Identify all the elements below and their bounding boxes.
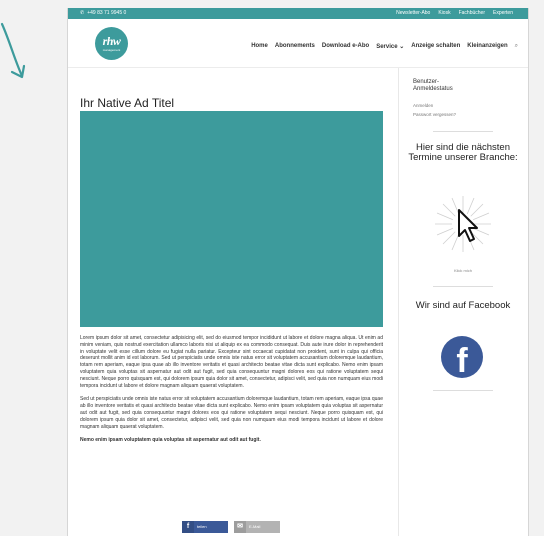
click-cursor-icon[interactable] [433, 194, 493, 254]
nav-abonnements[interactable]: Abonnements [275, 43, 315, 50]
nav-download-eabo[interactable]: Download e-Abo [322, 43, 369, 50]
phone-icon: ✆ [80, 10, 85, 16]
nav-kleinanzeigen[interactable]: Kleinanzeigen [467, 43, 507, 50]
article-paragraph-2: Sed ut perspiciatis unde omnis iste natu… [80, 396, 383, 430]
top-link-newsletter[interactable]: Newsletter-Abo [396, 8, 430, 19]
search-icon[interactable]: ⌕ [515, 43, 518, 50]
site-header: rhw management Home Abonnements Download… [68, 19, 528, 68]
sidebar-divider [398, 68, 399, 536]
facebook-share-button[interactable]: f teilen [182, 521, 228, 533]
native-ad-image [80, 111, 383, 327]
article-paragraph-1: Lorem ipsum dolor sit amet, consectetur … [80, 335, 383, 389]
webpage: ✆ +49 83 71 9945 0 Newsletter-Abo Kiosk F… [67, 8, 529, 536]
decorative-arrow-icon [0, 22, 26, 79]
events-heading: Hier sind die nächsten Termine unserer B… [408, 142, 518, 163]
login-link[interactable]: Anmelden [413, 103, 433, 108]
click-caption: Klick mich [453, 268, 472, 273]
sidebar-rule [433, 390, 493, 391]
forgot-password-link[interactable]: Passwort vergessen? [413, 112, 456, 117]
nav-anzeige-schalten[interactable]: Anzeige schalten [411, 43, 460, 50]
email-share-button[interactable]: ✉ E-Mail [234, 521, 280, 533]
nav-service[interactable]: Service ⌄ [376, 43, 404, 50]
top-link-fachbuecher[interactable]: Fachbücher [459, 8, 485, 19]
site-logo[interactable]: rhw management [95, 27, 128, 60]
login-status-title: Benutzer-Anmeldestatus [413, 79, 453, 92]
facebook-heading: Wir sind auf Facebook [415, 300, 511, 311]
sidebar-rule [433, 131, 493, 132]
nav-home[interactable]: Home [251, 43, 268, 50]
main-nav: Home Abonnements Download e-Abo Service … [251, 43, 518, 50]
article-paragraph-3: Nemo enim ipsam voluptatem quia voluptas… [80, 437, 261, 444]
top-link-kiosk[interactable]: Kiosk [438, 8, 450, 19]
article-title: Ihr Native Ad Titel [80, 96, 175, 110]
facebook-icon[interactable]: f [441, 336, 483, 380]
share-buttons: f teilen ✉ E-Mail [182, 521, 280, 533]
phone-number[interactable]: ✆ +49 83 71 9945 0 [80, 8, 126, 19]
sidebar-rule [433, 286, 493, 287]
top-bar: ✆ +49 83 71 9945 0 Newsletter-Abo Kiosk F… [68, 8, 528, 19]
top-links: Newsletter-Abo Kiosk Fachbücher Experten [396, 8, 513, 19]
facebook-icon: f [182, 521, 194, 533]
envelope-icon: ✉ [234, 521, 246, 533]
top-link-experten[interactable]: Experten [493, 8, 513, 19]
article-body: Lorem ipsum dolor sit amet, consectetur … [80, 335, 383, 451]
